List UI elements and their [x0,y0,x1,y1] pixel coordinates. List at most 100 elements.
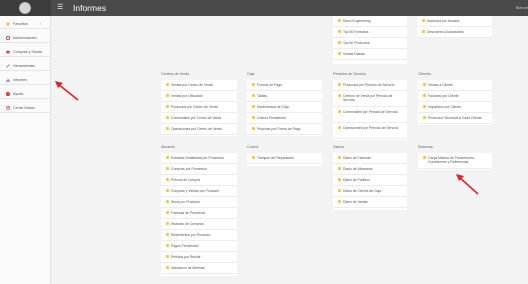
report-link[interactable]: Tiempos de Preparación [247,153,322,164]
sidebar-item-label: Ayuda [13,91,24,96]
sidebar-item-compras[interactable]: Compras y Stocks [0,46,50,57]
report-link[interactable]: Centros de Venta por Periodo de Servicio [333,91,407,107]
sidebar-item-informes[interactable]: Informes [0,74,50,85]
cart-icon [6,50,10,54]
report-link[interactable]: Stock por Producto [161,197,237,208]
section-title: Sistemas [418,145,433,149]
report-link[interactable]: Facturas por Cliente [418,91,492,102]
star-icon [166,156,169,159]
sidebar-item-label: Informes [13,77,27,82]
star-icon [423,116,426,119]
report-link[interactable]: Diario de Albaranes [333,164,407,175]
sidebar-item-label: Cerrar Sesión [13,105,36,110]
star-icon [423,83,426,86]
star-icon [338,83,341,86]
star-icon [338,178,341,181]
star-icon [166,266,169,269]
gear-icon [6,35,10,40]
report-link[interactable]: Pedidos por Recibir [161,252,237,263]
sidebar: Favoritos ‹ Administración Compras y Sto… [0,16,51,284]
report-link[interactable]: Entradas Detalladas por Proveedor [161,153,237,164]
section-title: Centros de Venta [161,72,189,76]
report-card-top-right: Ausencia por Usuario Descuentos Autoriza… [417,16,492,38]
star-icon [423,105,426,108]
annotation-arrow-icon [456,174,479,195]
report-link[interactable]: Propinas por Forma de Pago [247,124,322,135]
report-link[interactable]: Menú Engineering [333,16,407,27]
report-card-centros: Ventas por Centro de Venta Ventas por Ub… [161,80,237,136]
report-link[interactable]: Precios de Compra [161,175,237,186]
report-link[interactable]: Diario de Facturas [333,153,407,164]
report-link[interactable]: Comensales por Periodo de Servicio [333,107,407,123]
report-link[interactable]: Formas de Pago [247,80,322,91]
star-icon [166,127,169,130]
report-link[interactable]: Valoración de Mermas [161,263,237,274]
star-icon [166,105,169,108]
report-link[interactable]: Facturas de Proveedor [161,208,237,219]
page-title: Informes [73,3,107,13]
star-icon [252,156,255,159]
user-name[interactable]: Bienve [516,5,528,10]
report-card-clientes: Ventas a Cliente Facturas por Cliente Im… [418,80,492,125]
menu-toggle-button[interactable]: ☰ [57,4,63,12]
sidebar-item-cerrar-sesion[interactable]: Cerrar Sesión [0,102,50,113]
report-link[interactable]: Tarifas [247,91,322,102]
star-icon [423,156,426,159]
report-link[interactable]: Ventas a Cliente [418,80,492,91]
star-icon [166,167,169,170]
report-link[interactable]: Productos por Centro de Venta [161,102,237,113]
report-link[interactable]: Pagos Pendientes [161,241,237,252]
report-link[interactable]: Ventas por Ubicación [161,91,237,102]
logo-icon [19,2,31,14]
star-icon [166,200,169,203]
report-link[interactable]: Carga Masiva de Proveedores, Condiciones… [418,153,492,169]
report-link[interactable]: Movimientos de Caja [247,102,322,113]
sidebar-item-favoritos[interactable]: Favoritos ‹ [0,18,50,29]
report-card-almacen: Entradas Detalladas por Proveedor Compra… [161,153,237,276]
sidebar-item-ayuda[interactable]: ? Ayuda [0,88,50,99]
report-card-periodos: Productos por Periodo de Servicio Centro… [333,80,407,140]
report-link[interactable]: Ventas por Centro de Venta [161,80,237,91]
sidebar-item-label: Administración [13,35,37,40]
star-icon [166,178,169,181]
star-icon [338,30,341,33]
section-title: Almacén [161,145,175,149]
report-link[interactable]: Diario de Cierres de Caja [333,186,407,197]
star-icon [166,189,169,192]
sidebar-item-administracion[interactable]: Administración [0,32,50,43]
report-link[interactable]: Top 50 Formatos [333,27,407,38]
report-link[interactable]: Impuestos por Cliente [418,102,492,113]
report-link[interactable]: Ventas Diarias [333,49,407,60]
star-icon [338,52,341,55]
report-link[interactable]: Productos por Periodo de Servicio [333,80,407,91]
section-title: Cocina [247,145,259,149]
section-title: Periodos de Servicio [333,72,366,76]
report-link[interactable]: Histórico de Compras [161,219,237,230]
report-link[interactable]: Operaciones por Centro de Venta [161,124,237,135]
report-link[interactable]: Movimientos por Producto [161,230,237,241]
star-icon [166,211,169,214]
report-link[interactable]: Compras por Proveedor [161,164,237,175]
report-link[interactable]: Comensales por Centro de Venta [161,113,237,124]
star-icon [338,19,341,22]
report-link[interactable]: Ausencia por Usuario [417,16,492,27]
report-link[interactable]: Descuentos Autorizados [417,27,492,38]
report-link[interactable]: Operaciones por Periodo de Servicio [333,123,407,139]
report-link[interactable]: Cobros Pendientes [247,113,322,124]
sidebar-item-herramientas[interactable]: Herramientas [0,60,50,71]
annotation-arrow-icon [55,81,79,101]
report-link[interactable]: Top 50 Productos [333,38,407,49]
report-link[interactable]: Productos Vendidos a Cada Cliente [418,113,492,124]
star-icon [252,116,255,119]
section-title: Clientes [418,72,431,76]
report-link[interactable]: Diario de Pedidos [333,175,407,186]
sidebar-item-label: Compras y Stocks [13,49,43,54]
logo[interactable] [0,0,51,16]
report-card-caja: Formas de Pago Tarifas Movimientos de Ca… [247,80,322,136]
report-link[interactable]: Diario de Ventas [333,197,407,208]
star-icon [166,94,169,97]
report-link[interactable]: Compras y Ventas por Producto [161,186,237,197]
star-icon [166,222,169,225]
power-icon [6,105,10,110]
star-icon [338,189,341,192]
